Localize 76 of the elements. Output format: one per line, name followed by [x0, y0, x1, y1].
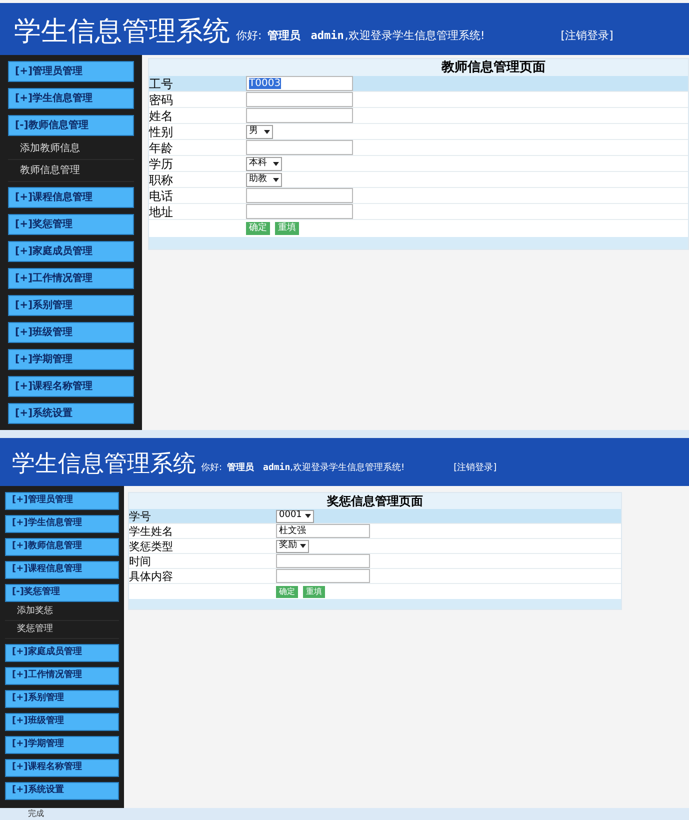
menu-item[interactable]: [+]教师信息管理: [5, 538, 119, 556]
input-field[interactable]: [276, 569, 370, 583]
dropdown[interactable]: 奖励: [276, 540, 309, 552]
app-title: 学生信息管理系统: [14, 18, 230, 45]
menu-item[interactable]: [+]系别管理: [5, 690, 119, 708]
dropdown[interactable]: 0001: [276, 510, 314, 522]
input-field[interactable]: [246, 92, 353, 107]
caret-icon: [273, 178, 279, 182]
field-label: 学生姓名: [129, 526, 174, 536]
menu-item[interactable]: [+]奖惩管理: [8, 214, 134, 235]
input-field[interactable]: [246, 204, 353, 219]
menu-item[interactable]: [+]工作情况管理: [8, 268, 134, 289]
menu-item[interactable]: [-]奖惩管理: [5, 584, 119, 602]
greeting-text: 你好:: [236, 28, 262, 44]
status-text: 完成: [28, 810, 44, 818]
input-field[interactable]: T0003: [246, 76, 353, 91]
submenu-item[interactable]: 教师信息管理: [8, 160, 134, 182]
input-field[interactable]: [246, 108, 353, 123]
field-label: 密码: [149, 94, 174, 106]
field-label: 工号: [149, 78, 174, 90]
field-label: 具体内容: [129, 570, 174, 582]
field-label: 年龄: [149, 142, 174, 154]
menu-item[interactable]: [+]家庭成员管理: [8, 241, 134, 262]
input-field[interactable]: [276, 554, 370, 568]
app-title: 学生信息管理系统: [12, 453, 196, 476]
menu-item[interactable]: [+]课程信息管理: [5, 561, 119, 579]
menu-item[interactable]: [+]学生信息管理: [8, 88, 134, 109]
dropdown[interactable]: 本科: [246, 156, 282, 170]
welcome-text: ,欢迎登录学生信息管理系统!: [290, 462, 405, 474]
field-label: 性别: [149, 126, 174, 138]
menu-item[interactable]: [+]班级管理: [8, 322, 134, 343]
page-title: 教师信息管理页面: [149, 59, 688, 76]
menu-item[interactable]: [+]管理员管理: [8, 61, 134, 82]
logout-link[interactable]: [注销登录]: [560, 28, 614, 44]
dropdown[interactable]: 助教: [246, 172, 282, 186]
page-title: 奖惩信息管理页面: [129, 493, 621, 509]
input-field[interactable]: [246, 140, 353, 155]
field-label: 时间: [129, 556, 152, 566]
role-label: 管理员: [227, 462, 254, 474]
caret-icon: [304, 514, 311, 518]
field-label: 姓名: [149, 110, 174, 122]
greeting-text: 你好:: [201, 462, 222, 474]
menu-item[interactable]: [+]学期管理: [8, 349, 134, 370]
input-field[interactable]: [246, 188, 353, 203]
caret-icon: [264, 130, 270, 134]
welcome-text: ,欢迎登录学生信息管理系统!: [344, 28, 485, 44]
menu-item[interactable]: [+]系统设置: [5, 782, 119, 800]
username: admin: [263, 462, 290, 474]
input-field[interactable]: 杜文强: [276, 524, 370, 538]
submenu-item[interactable]: 添加教师信息: [8, 138, 134, 160]
menu-item[interactable]: [+]家庭成员管理: [5, 644, 119, 662]
menu-item[interactable]: [+]工作情况管理: [5, 667, 119, 685]
field-label: 电话: [149, 190, 174, 202]
username: admin: [310, 28, 344, 44]
role-label: 管理员: [268, 28, 301, 44]
logout-link[interactable]: [注销登录]: [454, 462, 497, 475]
menu-item[interactable]: [+]系别管理: [8, 295, 134, 316]
menu-item[interactable]: [+]课程名称管理: [5, 759, 119, 777]
caret-icon: [300, 544, 306, 548]
caret-icon: [273, 162, 279, 166]
menu-item[interactable]: [+]学生信息管理: [5, 515, 119, 533]
field-label: 学历: [149, 158, 174, 170]
menu-item[interactable]: [+]课程信息管理: [8, 187, 134, 208]
menu-item[interactable]: [+]班级管理: [5, 713, 119, 731]
menu-item[interactable]: [+]系统设置: [8, 403, 134, 424]
submenu-item[interactable]: 奖惩管理: [5, 621, 119, 639]
submenu-item[interactable]: 添加奖惩: [5, 603, 119, 621]
field-label: 地址: [149, 206, 174, 218]
dropdown[interactable]: 男: [246, 124, 273, 138]
menu-item[interactable]: [+]课程名称管理: [8, 376, 134, 397]
field-label: 学号: [129, 510, 152, 522]
field-label: 职称: [149, 174, 174, 186]
field-label: 奖惩类型: [129, 540, 174, 552]
menu-item[interactable]: [+]学期管理: [5, 736, 119, 754]
menu-item[interactable]: [+]管理员管理: [5, 492, 119, 510]
menu-item[interactable]: [-]教师信息管理: [8, 115, 134, 136]
